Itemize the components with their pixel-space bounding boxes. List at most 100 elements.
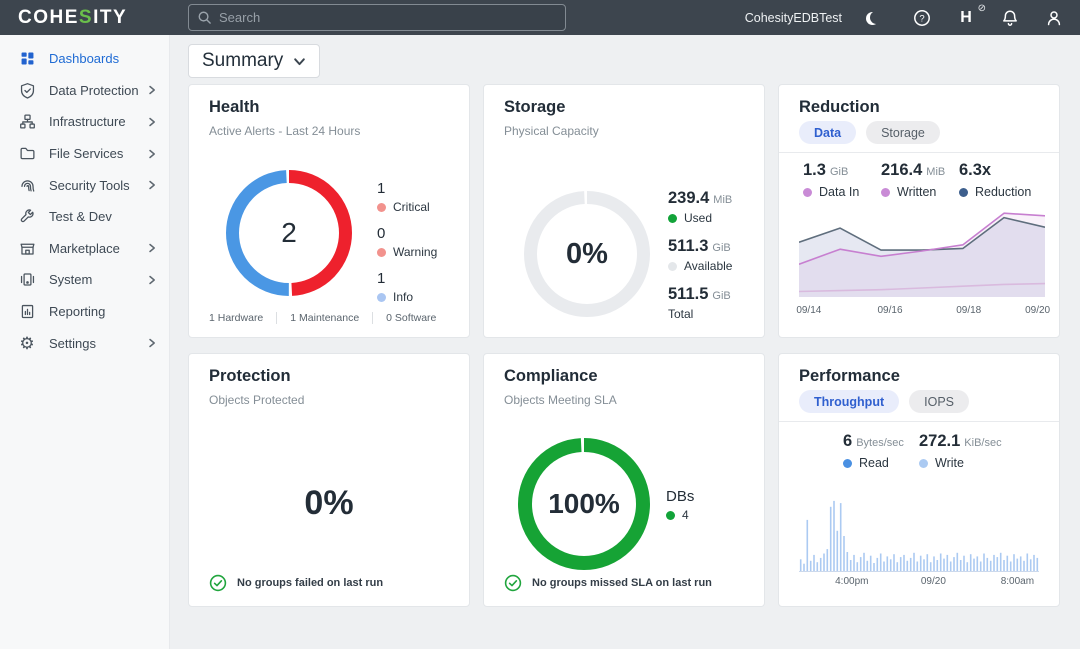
cluster-name: CohesityEDBTest xyxy=(745,11,842,25)
global-search[interactable] xyxy=(188,4,566,31)
topbar-actions: CohesityEDBTest ? H⊘ xyxy=(745,0,1064,35)
sidebar-item-system[interactable]: System xyxy=(0,264,169,296)
reduction-tabs: Data Storage xyxy=(799,121,940,144)
sidebar: Dashboards Data Protection Infrastructur… xyxy=(0,35,170,649)
critical-dot-icon xyxy=(377,203,386,212)
health-donut-chart[interactable]: 2 xyxy=(226,170,352,296)
card-title: Health xyxy=(209,98,259,117)
card-title: Performance xyxy=(799,367,900,386)
fingerprint-icon xyxy=(18,176,36,194)
sidebar-item-data-protection[interactable]: Data Protection xyxy=(0,75,169,107)
chevron-right-icon xyxy=(147,338,157,348)
divider xyxy=(779,421,1059,422)
gear-icon: ⚙ xyxy=(18,334,36,352)
chevron-down-icon xyxy=(293,55,306,68)
check-circle-icon xyxy=(209,574,227,592)
sidebar-item-file-services[interactable]: File Services xyxy=(0,138,169,170)
sidebar-item-marketplace[interactable]: Marketplace xyxy=(0,233,169,265)
dbs-dot-icon xyxy=(666,511,675,520)
user-menu-button[interactable] xyxy=(1044,8,1064,28)
stat-written: 216.4MiB Written xyxy=(881,161,945,199)
available-dot-icon xyxy=(668,262,677,271)
hardware-count[interactable]: 1 Hardware xyxy=(209,312,277,324)
cohesity-logo[interactable]: COHESITY xyxy=(18,7,127,29)
search-input[interactable] xyxy=(219,10,557,25)
search-icon xyxy=(197,10,212,25)
protection-footer: No groups failed on last run xyxy=(209,574,383,592)
performance-bar-chart[interactable] xyxy=(799,494,1039,572)
stat-reduction-ratio: 6.3x Reduction xyxy=(959,161,1031,199)
health-total-alerts: 2 xyxy=(226,170,352,296)
notifications-button[interactable] xyxy=(1000,8,1020,28)
chevron-right-icon xyxy=(147,275,157,285)
health-footer: 1 Hardware 1 Maintenance 0 Software xyxy=(209,312,449,324)
storage-card: Storage Physical Capacity 0% 239.4MiB Us… xyxy=(483,84,765,338)
maintenance-count[interactable]: 1 Maintenance xyxy=(277,312,373,324)
compliance-footer: No groups missed SLA on last run xyxy=(504,574,712,592)
write-dot-icon xyxy=(919,459,928,468)
chevron-right-icon xyxy=(147,243,157,253)
disconnected-badge-icon: ⊘ xyxy=(978,3,986,14)
reduction-area-chart[interactable] xyxy=(799,205,1045,297)
chevron-right-icon xyxy=(147,117,157,127)
legend-available: 511.3GiB Available xyxy=(668,237,732,273)
dashboard-selector[interactable]: Summary xyxy=(188,44,320,78)
reduction-dot-icon xyxy=(959,188,968,197)
dark-mode-toggle[interactable] xyxy=(868,8,888,28)
card-title: Reduction xyxy=(799,98,880,117)
storage-donut-chart[interactable]: 0% xyxy=(524,191,650,317)
performance-x-axis: 4:00pm 09/20 8:00am xyxy=(799,576,1039,590)
sidebar-item-label: Dashboards xyxy=(49,51,157,66)
software-count[interactable]: 0 Software xyxy=(373,312,449,324)
protection-percent: 0% xyxy=(189,484,469,523)
bell-icon xyxy=(1001,9,1019,27)
tab-storage[interactable]: Storage xyxy=(866,121,940,144)
dashboards-icon xyxy=(18,50,36,68)
helios-cluster-button[interactable]: H⊘ xyxy=(956,8,976,28)
reduction-card: Reduction Data Storage 1.3GiB Data In 21… xyxy=(778,84,1060,338)
report-chart-icon xyxy=(18,303,36,321)
user-icon xyxy=(1045,9,1063,27)
compliance-percent: 100% xyxy=(518,438,650,570)
used-dot-icon xyxy=(668,214,677,223)
tab-iops[interactable]: IOPS xyxy=(909,390,969,413)
sidebar-item-settings[interactable]: ⚙ Settings xyxy=(0,327,169,359)
legend-warning: 0 Warning xyxy=(377,225,437,259)
health-card: Health Active Alerts - Last 24 Hours 2 1… xyxy=(188,84,470,338)
sidebar-item-security-tools[interactable]: Security Tools xyxy=(0,169,169,201)
storefront-icon xyxy=(18,239,36,257)
health-legend: 1 Critical 0 Warning 1 Info xyxy=(377,180,437,315)
svg-text:?: ? xyxy=(919,13,924,24)
legend-info: 1 Info xyxy=(377,270,437,304)
dashboard-selector-label: Summary xyxy=(202,50,283,72)
sidebar-item-dashboards[interactable]: Dashboards xyxy=(0,43,169,75)
help-button[interactable]: ? xyxy=(912,8,932,28)
chevron-right-icon xyxy=(147,180,157,190)
tab-data[interactable]: Data xyxy=(799,121,856,144)
data-in-dot-icon xyxy=(803,188,812,197)
check-circle-icon xyxy=(504,574,522,592)
card-subtitle: Physical Capacity xyxy=(504,124,599,138)
card-title: Storage xyxy=(504,98,565,117)
performance-card: Performance Throughput IOPS 6Bytes/sec R… xyxy=(778,353,1060,607)
sidebar-item-test-dev[interactable]: Test & Dev xyxy=(0,201,169,233)
legend-used: 239.4MiB Used xyxy=(668,189,732,225)
tab-throughput[interactable]: Throughput xyxy=(799,390,899,413)
info-dot-icon xyxy=(377,293,386,302)
stat-write: 272.1KiB/sec Write xyxy=(919,432,1002,470)
card-subtitle: Objects Meeting SLA xyxy=(504,393,617,407)
compliance-legend: DBs 4 xyxy=(666,488,694,522)
protection-card: Protection Objects Protected 0% No group… xyxy=(188,353,470,607)
card-title: Compliance xyxy=(504,367,598,386)
shield-check-icon xyxy=(18,81,36,99)
moon-icon xyxy=(870,11,883,24)
storage-used-percent: 0% xyxy=(524,191,650,317)
stat-read: 6Bytes/sec Read xyxy=(843,432,904,470)
performance-tabs: Throughput IOPS xyxy=(799,390,969,413)
compliance-donut-chart[interactable]: 100% xyxy=(518,438,650,570)
topbar: COHESITY CohesityEDBTest ? H⊘ xyxy=(0,0,1080,35)
sidebar-item-infrastructure[interactable]: Infrastructure xyxy=(0,106,169,138)
main-content: Summary Health Active Alerts - Last 24 H… xyxy=(170,35,1080,649)
read-dot-icon xyxy=(843,459,852,468)
sidebar-item-reporting[interactable]: Reporting xyxy=(0,296,169,328)
